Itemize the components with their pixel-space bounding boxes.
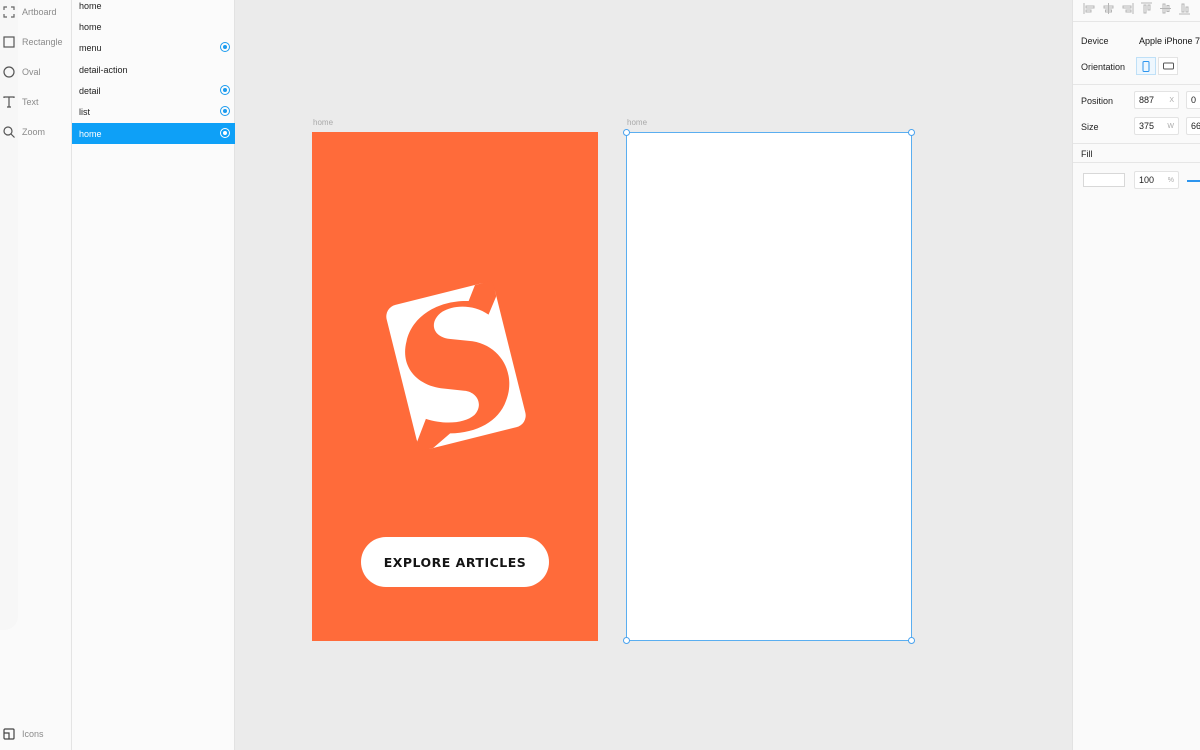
layer-item[interactable]: home bbox=[72, 0, 235, 16]
layer-item[interactable]: detail bbox=[72, 80, 235, 101]
opacity-unit: % bbox=[1167, 176, 1174, 184]
layer-item[interactable]: detail-action bbox=[72, 59, 235, 80]
icons-icon bbox=[3, 728, 15, 740]
divider bbox=[1073, 21, 1200, 22]
portrait-icon bbox=[1142, 60, 1150, 72]
inspector-panel: Device Apple iPhone 7 Orientation Positi… bbox=[1072, 0, 1200, 750]
opacity-slider[interactable] bbox=[1187, 180, 1200, 182]
resize-handle-bottom-right[interactable] bbox=[908, 637, 915, 644]
orientation-label: Orientation bbox=[1081, 62, 1126, 72]
resize-handle-top-left[interactable] bbox=[623, 129, 630, 136]
tool-text[interactable]: Text bbox=[3, 92, 39, 112]
artboard-label[interactable]: home bbox=[627, 118, 647, 127]
opacity-input[interactable]: 100 % bbox=[1134, 171, 1179, 189]
opacity-value: 100 bbox=[1139, 175, 1155, 185]
landscape-button[interactable] bbox=[1158, 57, 1178, 75]
resize-handle-top-right[interactable] bbox=[908, 129, 915, 136]
zoom-icon bbox=[3, 126, 15, 138]
layer-label: detail bbox=[79, 85, 101, 96]
tool-artboard[interactable]: Artboard bbox=[3, 2, 57, 22]
tool-label: Icons bbox=[22, 729, 44, 739]
layer-label: home bbox=[79, 128, 102, 139]
artboard-home-selected[interactable] bbox=[626, 132, 912, 641]
device-label: Device bbox=[1081, 36, 1109, 46]
artboard-home[interactable]: EXPLORE ARTICLES bbox=[312, 132, 598, 641]
divider bbox=[1073, 84, 1200, 85]
link-target-icon[interactable] bbox=[220, 85, 230, 95]
divider bbox=[1073, 162, 1200, 163]
position-x-unit: X bbox=[1169, 96, 1174, 104]
position-label: Position bbox=[1081, 96, 1114, 106]
artboard-label[interactable]: home bbox=[313, 118, 333, 127]
align-bottom-icon[interactable] bbox=[1178, 2, 1191, 15]
align-center-icon[interactable] bbox=[1102, 2, 1115, 15]
layer-item[interactable]: menu bbox=[72, 37, 235, 58]
align-top-icon[interactable] bbox=[1140, 2, 1153, 15]
oval-icon bbox=[3, 66, 15, 78]
tool-rectangle[interactable]: Rectangle bbox=[3, 32, 63, 52]
layer-label: menu bbox=[79, 42, 102, 53]
size-w-value: 375 bbox=[1139, 121, 1155, 131]
fill-label: Fill bbox=[1081, 149, 1093, 159]
link-target-icon[interactable] bbox=[220, 106, 230, 116]
tool-label: Rectangle bbox=[22, 37, 63, 47]
tool-icons[interactable]: Icons bbox=[3, 724, 44, 744]
layer-item[interactable]: home bbox=[72, 16, 235, 37]
align-right-icon[interactable] bbox=[1121, 2, 1134, 15]
tool-label: Oval bbox=[22, 67, 41, 77]
link-target-icon[interactable] bbox=[220, 128, 230, 138]
tools-panel: Artboard Rectangle Oval Text Zoom Icons bbox=[0, 0, 72, 750]
text-icon bbox=[3, 96, 15, 108]
position-y-input[interactable]: 0 bbox=[1186, 91, 1200, 109]
layer-label: home bbox=[79, 21, 102, 32]
explore-articles-button[interactable]: EXPLORE ARTICLES bbox=[361, 537, 549, 587]
size-w-unit: W bbox=[1167, 122, 1174, 130]
size-label: Size bbox=[1081, 122, 1099, 132]
align-toolbar bbox=[1083, 2, 1191, 18]
fill-color-swatch[interactable] bbox=[1083, 173, 1125, 187]
layer-label: list bbox=[79, 106, 90, 117]
layer-label: detail-action bbox=[79, 64, 128, 75]
portrait-button[interactable] bbox=[1136, 57, 1156, 75]
tool-label: Text bbox=[22, 97, 39, 107]
link-target-icon[interactable] bbox=[220, 42, 230, 52]
tool-label: Artboard bbox=[22, 7, 57, 17]
rectangle-icon bbox=[3, 36, 15, 48]
device-select[interactable]: Apple iPhone 7 bbox=[1139, 36, 1200, 46]
size-h-value: 66 bbox=[1191, 121, 1200, 131]
tool-label: Zoom bbox=[22, 127, 46, 137]
align-middle-icon[interactable] bbox=[1159, 2, 1172, 15]
brand-logo bbox=[386, 280, 526, 452]
position-x-value: 887 bbox=[1139, 95, 1155, 105]
resize-handle-bottom-left[interactable] bbox=[623, 637, 630, 644]
position-x-input[interactable]: 887 X bbox=[1134, 91, 1179, 109]
artboard-icon bbox=[3, 6, 15, 18]
layer-label: home bbox=[79, 0, 102, 11]
tool-oval[interactable]: Oval bbox=[3, 62, 41, 82]
canvas[interactable]: home EXPLORE ARTICLES home bbox=[235, 0, 1072, 750]
tool-zoom[interactable]: Zoom bbox=[3, 122, 45, 142]
landscape-icon bbox=[1162, 62, 1174, 70]
layer-item[interactable]: list bbox=[72, 101, 235, 122]
layers-panel: home home menu detail-action detail list… bbox=[72, 0, 235, 750]
align-left-icon[interactable] bbox=[1083, 2, 1096, 15]
position-y-value: 0 bbox=[1191, 95, 1197, 105]
size-w-input[interactable]: 375 W bbox=[1134, 117, 1179, 135]
size-h-input[interactable]: 66 bbox=[1186, 117, 1200, 135]
divider bbox=[1073, 143, 1200, 144]
layer-item-selected[interactable]: home bbox=[72, 123, 235, 144]
